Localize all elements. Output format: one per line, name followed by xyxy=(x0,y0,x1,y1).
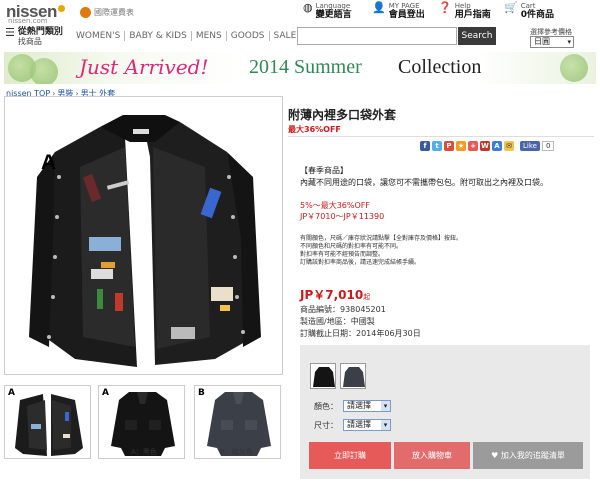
weibo-icon[interactable]: W xyxy=(480,141,490,151)
help-menu[interactable]: ❓ Help 用戶指南 xyxy=(438,2,491,21)
leaf-decoration xyxy=(30,58,58,84)
buy-now-button[interactable]: 立即訂購 xyxy=(309,442,391,469)
leaf-decoration xyxy=(560,54,588,82)
thumbnail-caption: B：暗灰色 xyxy=(220,448,253,456)
twitter-icon[interactable]: t xyxy=(432,141,442,151)
facebook-like-button[interactable]: Like 0 xyxy=(520,141,555,151)
price-range: 5%～最大36%OFF JP￥7010～JP￥11390 xyxy=(300,201,385,221)
intl-shipping-link[interactable]: 國際運費表 xyxy=(80,7,134,18)
menu-item-baby-kids[interactable]: BABY & KIDS xyxy=(125,31,192,41)
banner-title-part2: 2014 Summer xyxy=(249,56,362,78)
email-icon[interactable]: ✉ xyxy=(504,141,514,151)
mypage-menu[interactable]: 👤 MY PAGE 會員登出 xyxy=(372,2,425,21)
plurk-icon[interactable]: P xyxy=(444,141,454,151)
help-icon: ❓ xyxy=(438,1,452,14)
nav-bar: ☰ 從熱門類別 找商品 WOMEN'S BABY & KIDS MENS GOO… xyxy=(0,27,600,49)
product-notes: 有關顏色，尺碼／庫存狀況請點擊【全對庫存及價格】按鈕。 不同顏色和尺碼的對扣率有… xyxy=(300,235,463,266)
jacket-open-image xyxy=(29,115,261,367)
size-label: 尺寸： xyxy=(314,421,338,430)
menu-item-sale[interactable]: SALE xyxy=(270,31,301,41)
product-description: 【春季商品】 內藏不同用途的口袋，讓您可不需攜帶包包。附可取出之內裡及口袋。 xyxy=(300,166,548,187)
facebook-icon[interactable]: f xyxy=(420,141,430,151)
cart-menu[interactable]: 🛒 Cart 0件商品 xyxy=(504,2,554,21)
menu-item-goods[interactable]: GOODS xyxy=(227,31,270,41)
search-input[interactable] xyxy=(297,27,457,45)
category-menu[interactable]: ☰ 從熱門類別 找商品 xyxy=(5,27,63,47)
globe-icon: ◍ xyxy=(303,1,313,14)
main-menu: WOMEN'S BABY & KIDS MENS GOODS SALE xyxy=(72,31,300,41)
logo-dot xyxy=(57,5,65,12)
thumbnail-1[interactable]: A xyxy=(4,385,91,459)
main-product-image[interactable]: A xyxy=(4,96,283,375)
share-bar: f t P ★ + W A ✉ Like 0 xyxy=(420,141,555,151)
search-button[interactable]: Search xyxy=(458,27,496,45)
top-bar: nissen nissen.com 國際運費表 ◍ Language 變更語言 👤… xyxy=(0,0,600,26)
summer-collection-banner[interactable]: Just Arrived! 2014 Summer Collection xyxy=(4,52,596,84)
color-select[interactable]: 請選擇 xyxy=(343,400,391,412)
jacket-open-thumb xyxy=(15,394,83,456)
color-swatch-black[interactable] xyxy=(310,363,336,389)
language-menu[interactable]: ◍ Language 變更語言 xyxy=(303,2,352,21)
share-icon[interactable]: + xyxy=(468,141,478,151)
color-swatch-grey[interactable] xyxy=(340,363,366,389)
pin-icon[interactable]: A xyxy=(492,141,502,151)
variant-letter: A xyxy=(41,151,57,174)
region-select[interactable]: 日圓 xyxy=(530,36,574,48)
logo-subtext: nissen.com xyxy=(8,17,48,25)
divider xyxy=(288,136,594,137)
bookmark-icon[interactable]: ★ xyxy=(456,141,466,151)
menu-icon: ☰ xyxy=(5,26,15,39)
thumbnail-caption: A：黑色 xyxy=(131,448,157,456)
menu-item-mens[interactable]: MENS xyxy=(192,31,227,41)
user-icon: 👤 xyxy=(372,1,386,14)
menu-item-womens[interactable]: WOMEN'S xyxy=(72,31,126,41)
add-to-wishlist-button[interactable]: ♥ 加入我的追蹤清單 xyxy=(473,442,583,469)
add-to-cart-button[interactable]: 放入購物車 xyxy=(394,442,470,469)
cart-icon: 🛒 xyxy=(504,1,518,14)
product-meta: 商品編號：938045201 製造國/地區：中國製 訂購截止日期：2014年06… xyxy=(300,305,421,338)
banner-title-part1: Just Arrived! xyxy=(79,55,209,79)
globe-icon xyxy=(80,7,91,18)
product-title: 附薄內裡多口袋外套 xyxy=(288,108,397,122)
discount-label: 最大36%OFF xyxy=(288,125,341,134)
size-select[interactable]: 請選擇 xyxy=(343,419,391,431)
color-label: 顏色： xyxy=(314,402,338,411)
product-price: JP￥7,010起 xyxy=(300,288,371,302)
banner-title-part3: Collection xyxy=(398,56,482,78)
